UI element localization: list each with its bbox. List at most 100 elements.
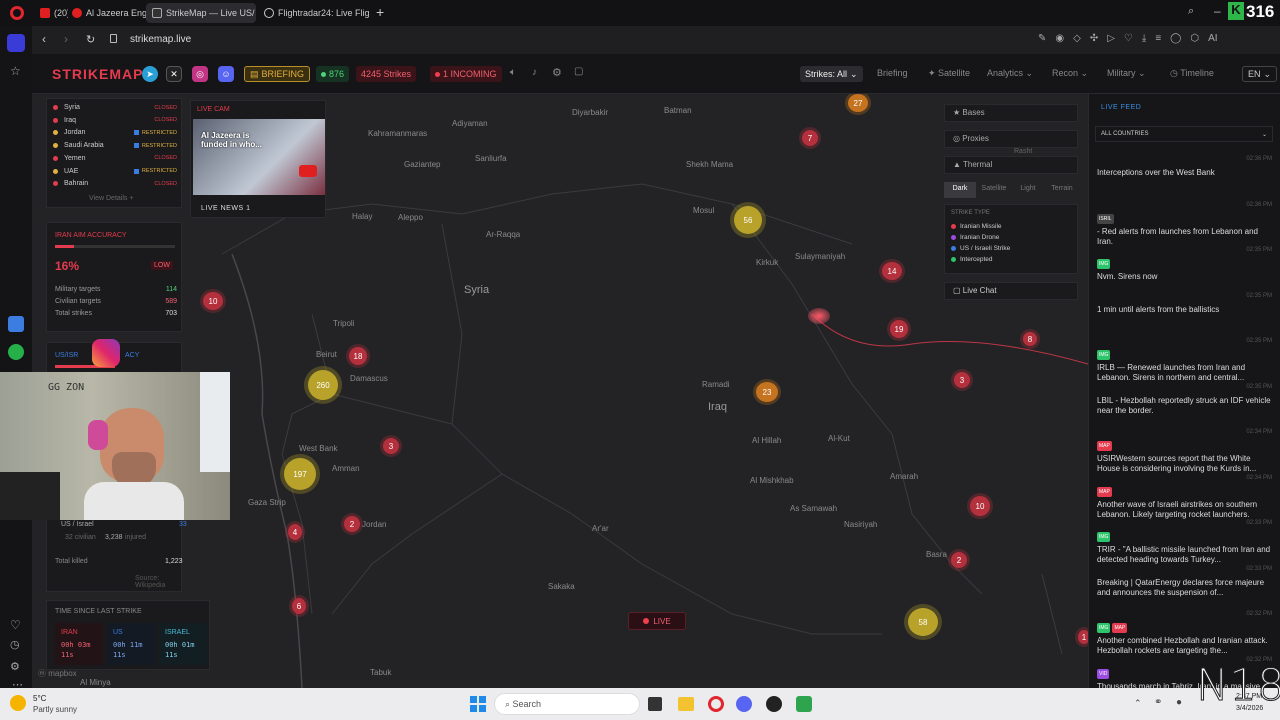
strike-cluster[interactable]: 1 (1078, 630, 1088, 644)
instagram-icon[interactable]: ◎ (192, 66, 208, 82)
incoming-badge[interactable]: 1 INCOMING (430, 66, 502, 82)
feed-item[interactable]: ISRIL - Red alerts from launches from Le… (1097, 213, 1273, 247)
search-tabs-icon[interactable]: ⌕ (1188, 5, 1194, 18)
settings-gear-icon[interactable]: ⚙ (10, 660, 20, 673)
legend-item[interactable]: US / Israeli Strike (951, 245, 1010, 252)
strikemap-logo[interactable]: STRIKEMAP (52, 66, 143, 82)
back-icon[interactable]: ‹ (42, 32, 46, 46)
feed-item[interactable]: Interceptions over the West Bank (1097, 168, 1273, 178)
strike-cluster[interactable]: 6 (292, 598, 306, 614)
strike-cluster[interactable]: 3 (383, 438, 399, 454)
briefing-badge[interactable]: ▤ BRIEFING (244, 66, 311, 82)
ai-icon[interactable]: AI (1208, 33, 1217, 44)
strike-cluster[interactable]: 19 (890, 320, 908, 338)
discord-icon[interactable]: ☺ (218, 66, 234, 82)
strike-cluster[interactable]: 18 (349, 347, 367, 365)
url-field[interactable]: strikemap.live (130, 34, 191, 45)
feed-item[interactable]: IMG TRIR - "A ballistic missile launched … (1097, 532, 1273, 565)
edit-icon[interactable]: ✎ (1038, 33, 1046, 44)
layer-proxies[interactable]: ◎ Proxies (944, 130, 1078, 148)
style-satellite[interactable]: Satellite (978, 182, 1010, 198)
download-icon[interactable]: ⤓ (1142, 33, 1146, 44)
strike-cluster[interactable]: 4 (288, 524, 302, 540)
layer-thermal[interactable]: ▲ Thermal (944, 156, 1078, 174)
camera-icon[interactable]: ◉ (1055, 33, 1064, 44)
opera-taskbar-icon[interactable] (708, 696, 724, 712)
play-icon[interactable]: ▷ (1107, 33, 1115, 44)
strike-cluster[interactable]: 58 (908, 608, 938, 636)
feed-item[interactable]: LBIL - Hezbollah reportedly struck an ID… (1097, 396, 1273, 416)
bell-icon[interactable]: ♪ (532, 67, 537, 78)
discord-taskbar-icon[interactable] (736, 696, 752, 712)
favorite-icon[interactable]: ♡ (1124, 33, 1133, 44)
nav-analytics[interactable]: Analytics ⌄ (987, 68, 1033, 79)
strike-cluster[interactable]: 2 (344, 516, 360, 532)
style-light[interactable]: Light (1012, 182, 1044, 198)
new-tab-icon[interactable]: + (376, 4, 384, 20)
heart-icon[interactable]: ♡ (10, 618, 21, 632)
tab-strikemap[interactable]: StrikeMap — Live US/ (146, 3, 256, 23)
minimize-icon[interactable]: – (1214, 4, 1221, 18)
tray-chevron-icon[interactable]: ⌃ (1134, 698, 1142, 709)
x-icon[interactable]: ✕ (166, 66, 182, 82)
legend-item[interactable]: Iranian Missile (951, 223, 1010, 230)
feed-item[interactable]: MAP USIRWestern sources report that the W… (1097, 441, 1273, 474)
feed-item[interactable]: IMG IRLB — Renewed launches from Iran and… (1097, 350, 1273, 383)
whatsapp-icon[interactable] (8, 344, 24, 360)
live-news-channel[interactable]: LIVE NEWS 1 (201, 205, 250, 212)
legend-item[interactable]: Intercepted (951, 256, 1010, 263)
messenger-icon[interactable] (8, 316, 24, 332)
tab-youtube[interactable]: (20) (34, 3, 68, 23)
youtube-play-icon[interactable] (299, 165, 317, 177)
strike-cluster[interactable]: 10 (203, 292, 223, 310)
style-terrain[interactable]: Terrain (1046, 182, 1078, 198)
strike-cluster[interactable]: 3 (954, 372, 970, 388)
task-view-icon[interactable] (648, 697, 662, 711)
view-details-link[interactable]: View Details + (89, 195, 133, 202)
nav-satellite[interactable]: ✦ Satellite (928, 68, 970, 79)
feed-item[interactable]: MAP Another wave of Israeli airstrikes on… (1097, 486, 1273, 520)
chat-icon[interactable]: ▢ (574, 66, 583, 77)
nav-military[interactable]: Military ⌄ (1107, 68, 1146, 79)
legend-item[interactable]: Iranian Drone (951, 234, 1010, 241)
start-icon[interactable] (470, 696, 486, 712)
strike-cluster[interactable]: 27 (848, 94, 868, 112)
strike-cluster[interactable]: 10 (970, 496, 990, 516)
taskbar-search[interactable]: ⌕ Search (494, 693, 640, 715)
app-icon[interactable] (796, 696, 812, 712)
file-explorer-icon[interactable] (678, 697, 694, 711)
telegram-icon[interactable]: ➤ (142, 66, 158, 82)
live-chat-button[interactable]: ▢ Live Chat (944, 282, 1078, 300)
tab-flightradar[interactable]: Flightradar24: Live Flight T (258, 3, 370, 23)
strike-cluster[interactable]: 197 (284, 458, 316, 490)
wallet-icon[interactable]: ⬡ (1190, 33, 1199, 44)
strike-cluster[interactable]: 7 (802, 130, 818, 146)
feed-item[interactable]: Breaking | QatarEnergy declares force ma… (1097, 578, 1273, 598)
obs-icon[interactable] (766, 696, 782, 712)
star-icon[interactable]: ☆ (10, 64, 21, 78)
language-select[interactable]: EN ⌄ (1242, 66, 1278, 82)
strikes-filter-dropdown[interactable]: Strikes: All ⌄ (800, 66, 863, 82)
menu-icon[interactable]: ≡ (1155, 33, 1161, 44)
feed-item[interactable]: 1 min until alerts from the ballistics (1097, 305, 1273, 315)
profile-icon[interactable]: ◯ (1170, 33, 1181, 44)
tab-aljazeera[interactable]: Al Jazeera English (66, 3, 146, 23)
live-cam-video[interactable]: Al Jazeera is funded in who... (193, 119, 325, 195)
style-dark[interactable]: Dark (944, 182, 976, 198)
strike-cluster[interactable]: 8 (1023, 332, 1037, 346)
shield-icon[interactable]: ◇ (1073, 33, 1081, 44)
mute-icon[interactable]: 🔈︎ (510, 67, 516, 78)
opera-logo-icon[interactable] (10, 6, 24, 20)
reload-icon[interactable]: ↻ (86, 33, 95, 46)
network-icon[interactable]: ⚭ (1154, 697, 1162, 708)
nav-briefing[interactable]: Briefing (877, 68, 908, 78)
strike-cluster[interactable]: 2 (951, 552, 967, 568)
gear-icon[interactable]: ⚙ (552, 66, 562, 79)
nav-timeline[interactable]: ◷ Timeline (1170, 68, 1214, 79)
strike-cluster[interactable]: 23 (756, 382, 778, 402)
history-icon[interactable]: ◷ (10, 638, 20, 651)
mic-icon[interactable]: ● (1176, 697, 1182, 708)
extensions-icon[interactable]: ✣ (1090, 33, 1098, 44)
strike-cluster[interactable]: 14 (882, 262, 902, 280)
strike-cluster[interactable]: 260 (308, 370, 338, 400)
